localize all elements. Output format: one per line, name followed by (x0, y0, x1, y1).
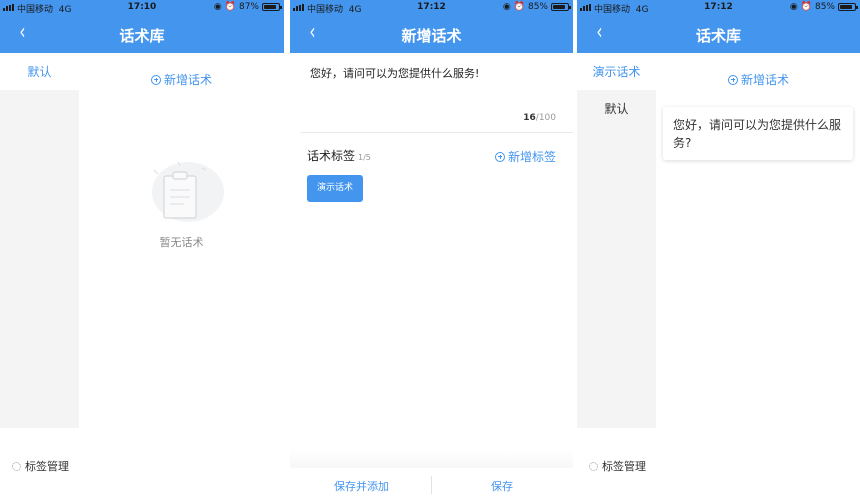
add-tag-button[interactable]: 新增标签 (495, 148, 556, 165)
add-speech-button[interactable]: 新增话术 (728, 71, 789, 88)
battery-percent: 87% (238, 2, 259, 12)
clipboard-icon (152, 161, 224, 222)
status-bar: 中国移动 4G 17:10 ◉ ⏰ 87% (0, 0, 284, 16)
speech-content-textarea[interactable]: 您好，请问可以为您提供什么服务! (310, 65, 479, 81)
tag-chip-demo[interactable]: 演示话术 (307, 175, 363, 202)
plus-circle-icon (151, 74, 161, 85)
divider (300, 132, 573, 133)
lock-rotation-icon: ◉ (213, 2, 222, 12)
speech-card[interactable]: 您好，请问可以为您提供什么服务? (663, 107, 853, 160)
battery-icon (551, 3, 571, 11)
gear-icon (12, 461, 21, 471)
alarm-icon: ⏰ (224, 2, 236, 12)
char-counter: 16/100 (523, 113, 556, 123)
alarm-icon: ⏰ (513, 2, 525, 12)
tag-manage-button[interactable]: 标签管理 (589, 458, 646, 474)
lock-rotation-icon: ◉ (502, 2, 511, 12)
screen-add-speech: 中国移动 4G 17:12 ◉ ⏰ 85% ‹ 新增话术 您好，请问可以为您提供… (290, 0, 573, 503)
category-sidebar: 默认 (0, 53, 79, 428)
screen-speech-library-empty: 中国移动 4G 17:10 ◉ ⏰ 87% ‹ 话术库 默认 新增话术 暂无话术 (0, 0, 284, 503)
battery-icon (838, 3, 858, 11)
battery-percent: 85% (527, 2, 548, 12)
tags-section-title: 话术标签 1/5 (307, 149, 371, 163)
alarm-icon: ⏰ (800, 2, 812, 12)
category-sidebar: 演示话术 默认 (577, 53, 656, 428)
page-title: 话术库 (119, 27, 165, 45)
lock-rotation-icon: ◉ (789, 2, 798, 12)
footer-bar: 保存并添加 保存 (290, 468, 573, 503)
save-button[interactable]: 保存 (491, 478, 513, 494)
save-and-add-button[interactable]: 保存并添加 (334, 478, 389, 494)
sidebar-item-default[interactable]: 默认 (0, 63, 79, 80)
top-bar: 中国移动 4G 17:10 ◉ ⏰ 87% ‹ 话术库 (0, 0, 284, 53)
sidebar-item-demo[interactable]: 演示话术 (577, 63, 656, 80)
battery-percent: 85% (814, 2, 835, 12)
status-bar: 中国移动 4G 17:12 ◉ ⏰ 85% (577, 0, 860, 16)
status-bar: 中国移动 4G 17:12 ◉ ⏰ 85% (290, 0, 573, 16)
battery-icon (262, 3, 282, 11)
plus-circle-icon (728, 74, 738, 85)
gear-icon (589, 461, 598, 471)
tag-manage-button[interactable]: 标签管理 (12, 458, 69, 474)
page-title: 话术库 (695, 27, 741, 45)
top-bar: 中国移动 4G 17:12 ◉ ⏰ 85% ‹ 话术库 (577, 0, 860, 53)
sidebar-item-default[interactable]: 默认 (577, 100, 656, 117)
screen-speech-library-filled: 中国移动 4G 17:12 ◉ ⏰ 85% ‹ 话术库 演示话术 默认 新增话术… (577, 0, 860, 503)
top-bar: 中国移动 4G 17:12 ◉ ⏰ 85% ‹ 新增话术 (290, 0, 573, 53)
page-title: 新增话术 (401, 27, 462, 45)
plus-circle-icon (495, 151, 505, 162)
add-speech-button[interactable]: 新增话术 (151, 71, 212, 88)
empty-state-text: 暂无话术 (159, 236, 204, 249)
tags-count: 1/5 (358, 153, 371, 162)
